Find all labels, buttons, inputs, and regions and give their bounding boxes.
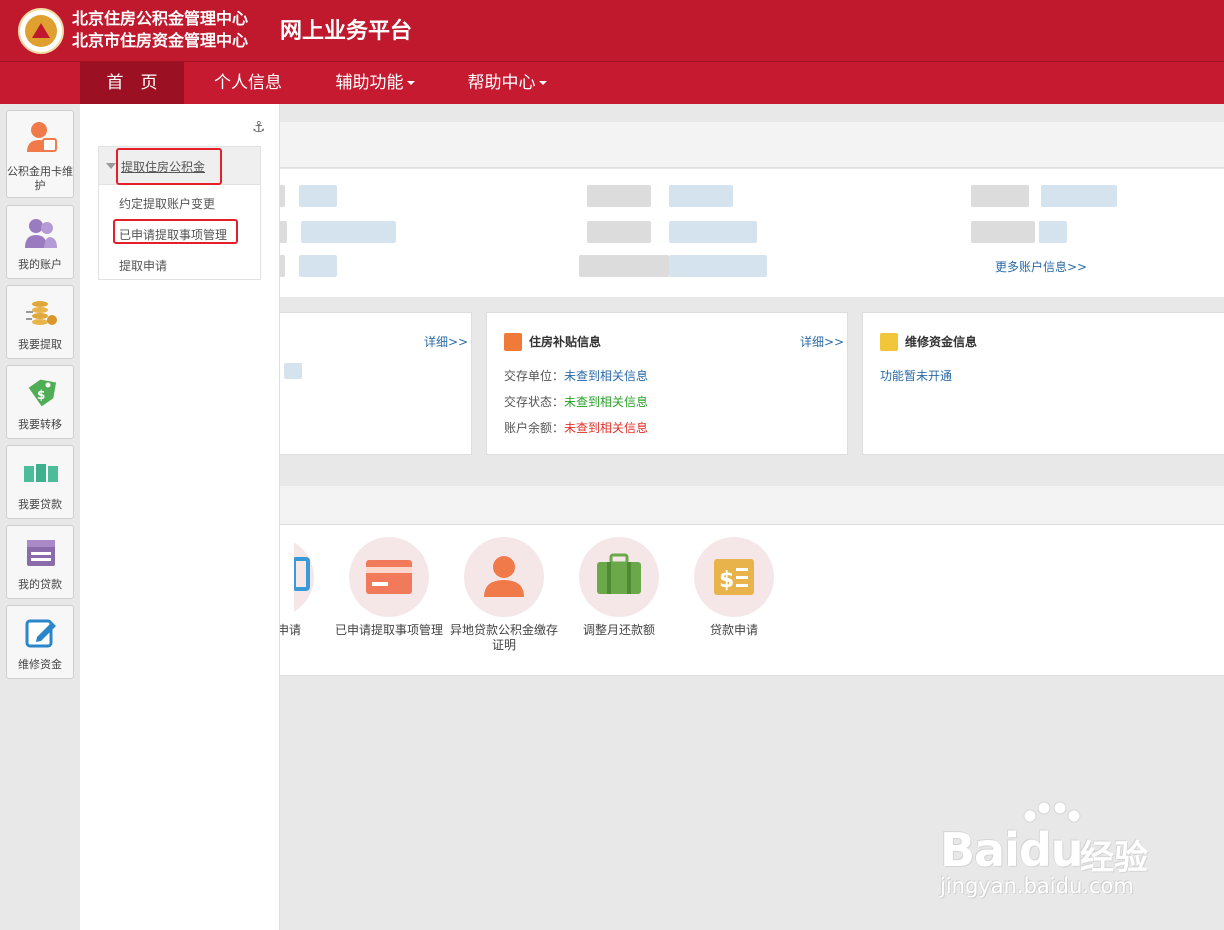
subsidy-row-status: 交存状态：未查到相关信息 (504, 395, 649, 409)
menu-item-change-account[interactable]: 约定提取账户变更 (119, 195, 215, 212)
sidebar-withdraw[interactable]: 我要提取 (6, 285, 74, 359)
sidebar-my-loan[interactable]: 我的贷款 (6, 525, 74, 599)
svg-text:$: $ (37, 388, 45, 402)
chevron-down-icon (538, 81, 547, 85)
subsidy-row-balance: 账户余额：未查到相关信息 (504, 421, 649, 435)
person-card-icon (27, 122, 57, 152)
luggage-icon (579, 537, 659, 617)
service-withdraw-manage[interactable]: 已申请提取事项管理 (334, 537, 444, 638)
service-loan-apply[interactable]: $ 贷款申请 (679, 537, 789, 638)
card-housing-subsidy: 住房补贴信息 详细>> 交存单位：未查到相关信息 交存状态：未查到相关信息 账户… (486, 312, 848, 455)
service-remote-loan-proof[interactable]: 异地贷款公积金缴存证明 (449, 537, 559, 653)
subsidy-detail-link[interactable]: 详细>> (800, 333, 844, 350)
subsidy-title: 住房补贴信息 (529, 335, 602, 349)
sidebar-loan[interactable]: 我要贷款 (6, 445, 74, 519)
store-icon (27, 540, 55, 566)
money-stack-icon (24, 464, 58, 482)
dollar-doc-icon: $ (694, 537, 774, 617)
baidu-jingyan-watermark: Baidu 经验 jingyan.baidu.com (940, 800, 1170, 910)
sidebar-card-maintenance[interactable]: 公积金用卡维护 (6, 110, 74, 198)
org-name-1: 北京住房公积金管理中心 (72, 9, 249, 28)
nav-home[interactable]: 首 页 (80, 62, 184, 104)
users-icon (25, 219, 57, 248)
chevron-down-icon (406, 81, 415, 85)
triangle-down-icon (106, 163, 116, 169)
withdraw-dropdown-panel: ⚓ 提取住房公积金 约定提取账户变更 已申请提取事项管理 提取申请 (80, 104, 280, 930)
center-logo (18, 8, 64, 54)
menu-item-withdraw-apply[interactable]: 提取申请 (119, 257, 167, 274)
person-icon (464, 537, 544, 617)
nav-assist-menu[interactable]: 辅助功能 (320, 62, 430, 104)
building-icon (880, 333, 898, 351)
repair-status-text: 功能暂未开通 (880, 369, 953, 383)
app-header: 北京住房公积金管理中心 北京市住房资金管理中心 网上业务平台 (0, 0, 1224, 62)
sidebar-transfer[interactable]: $ 我要转移 (6, 365, 74, 439)
main-nav: 首 页 个人信息 辅助功能 帮助中心 (0, 62, 1224, 104)
nav-personal-info[interactable]: 个人信息 (196, 62, 300, 104)
house-icon (504, 333, 522, 351)
coins-icon (26, 301, 57, 325)
subsidy-row-unit: 交存单位：未查到相关信息 (504, 369, 649, 383)
anchor-pin-icon[interactable]: ⚓ (252, 118, 265, 136)
account-section-header (279, 122, 1224, 168)
card-repair-fund: 维修资金信息 功能暂未开通 (862, 312, 1224, 455)
repair-title: 维修资金信息 (905, 335, 978, 349)
sidebar-repair-fund[interactable]: 维修资金 (6, 605, 74, 679)
platform-title: 网上业务平台 (280, 18, 413, 44)
highlight-box-manage (113, 219, 238, 244)
more-account-info-link[interactable]: 更多账户信息>> (995, 258, 1087, 275)
card-fund-info: 详细>> (279, 312, 472, 455)
tag-transfer-icon: $ (28, 379, 57, 407)
services-section-header (279, 486, 1224, 525)
service-adjust-repayment[interactable]: 调整月还款额 (564, 537, 674, 638)
icon-sidebar: 公积金用卡维护 我的账户 我要提取 $ 我要转移 我要贷款 我的贷款 维修资金 (0, 104, 80, 930)
nav-help-center[interactable]: 帮助中心 (452, 62, 562, 104)
svg-text:$: $ (719, 568, 734, 593)
card-icon (349, 537, 429, 617)
highlight-box-header (116, 148, 222, 185)
account-summary (279, 169, 1224, 297)
edit-icon (25, 619, 56, 648)
fund-detail-link[interactable]: 详细>> (424, 333, 468, 350)
org-name-2: 北京市住房资金管理中心 (72, 31, 249, 50)
sidebar-my-account[interactable]: 我的账户 (6, 205, 74, 279)
